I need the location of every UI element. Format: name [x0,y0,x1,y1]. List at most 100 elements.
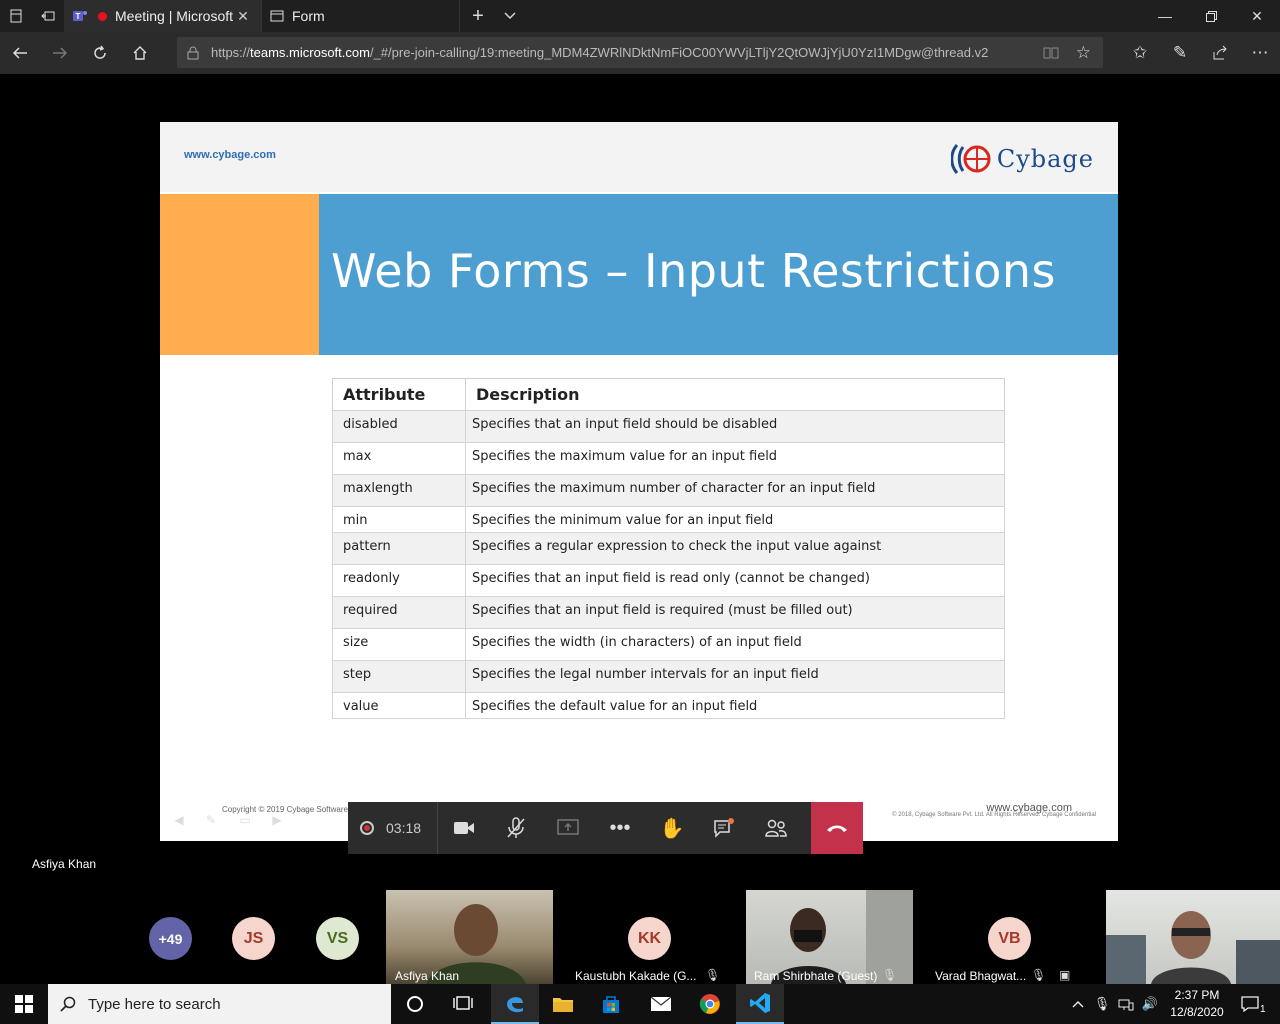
windows-start-icon[interactable] [0,984,48,1024]
attribute-cell: value [332,692,466,719]
refresh-icon[interactable] [80,33,120,73]
volume-icon[interactable]: 🔊 [1138,984,1162,1024]
clock-time: 2:37 PM [1174,988,1220,1002]
hang-up-button[interactable] [811,802,863,854]
clock-date: 12/8/2020 [1170,1005,1224,1019]
table-row: size Specifies the width (in characters) … [332,628,1005,661]
participant-tile-varad[interactable]: VB Varad Bhagwat... 🎙 ▣ [913,890,1106,984]
avatar: KK [628,917,671,960]
logo-text: Cybage [996,145,1094,173]
avatar-initials: VS [326,929,349,947]
description-cell: Specifies the default value for an input… [465,692,1005,719]
page-icon [270,9,284,23]
tab-meeting[interactable]: T Meeting | Microsoft ✕ [64,0,262,32]
tab-actions-icon[interactable] [0,0,32,32]
search-icon [60,996,76,1012]
description-cell: Specifies that an input field is read on… [465,564,1005,597]
tab-form[interactable]: Form [262,0,460,32]
file-explorer-icon[interactable] [539,984,587,1024]
table-row: readonly Specifies that an input field is… [332,564,1005,597]
system-clock[interactable]: 2:37 PM 12/8/2020 [1162,987,1232,1021]
table-header-row: Attribute Description [332,378,1005,411]
address-bar[interactable]: https://teams.microsoft.com/_#/pre-join-… [177,37,1103,68]
share-icon[interactable] [1200,32,1240,74]
raise-hand-icon[interactable]: ✋ [646,802,698,854]
mic-off-icon: 🎙 [705,968,721,982]
chevron-down-icon[interactable] [494,0,526,32]
avatar-initials: VB [998,929,1021,947]
attribute-cell: maxlength [332,474,466,507]
close-tab-icon[interactable]: ✕ [233,8,253,25]
pen-icon[interactable]: ✎ [1160,32,1200,74]
slide-next-icon[interactable]: ▶ [266,812,288,828]
participant-tile-kaustubh[interactable]: KK Kaustubh Kakade (G... 🎙 [553,890,746,984]
network-icon[interactable] [1114,984,1138,1024]
slide-pen-icon[interactable]: ✎ [200,812,222,828]
column-header-attribute: Attribute [332,378,466,411]
participant-name: Kaustubh Kakade (G... [575,969,697,983]
cortana-icon[interactable] [391,984,439,1024]
lock-icon [187,46,199,60]
avatar-initials: KK [637,929,662,947]
svg-text:T: T [76,12,81,21]
tab-label: Form [292,8,325,24]
slide-copyright: Copyright © 2019 Cybage Software [222,805,348,814]
minimize-icon[interactable]: — [1142,0,1188,32]
restore-icon[interactable] [1188,0,1234,32]
favorite-star-icon[interactable]: ☆ [1076,43,1091,63]
participant-video-frame-icon [1106,911,1280,984]
participant-video-ram[interactable]: Ram Shirbhate (Guest) 🎙 [746,890,913,984]
cybage-logo: Cybage [950,140,1094,178]
table-row: min Specifies the minimum value for an in… [332,506,1005,533]
home-icon[interactable] [120,33,160,73]
slide-title: Web Forms – Input Restrictions [331,244,1056,298]
mic-off-icon: 🎙 [882,968,898,982]
description-cell: Specifies the width (in characters) of a… [465,628,1005,661]
camera-icon[interactable] [438,802,490,854]
avatar-initials: JS [243,929,264,947]
set-aside-tabs-icon[interactable] [32,0,64,32]
meeting-controls: 03:18 ••• ✋ [348,802,863,854]
chrome-icon[interactable] [686,984,734,1024]
attribute-cell: pattern [332,532,466,565]
avatar: VB [988,917,1031,960]
description-cell: Specifies the maximum value for an input… [465,442,1005,475]
more-options-icon[interactable]: ⋯ [1240,32,1280,74]
reading-view-icon[interactable] [1043,46,1059,60]
participants-icon[interactable] [750,802,802,854]
browser-tab-bar: T Meeting | Microsoft ✕ Form + — ✕ [0,0,1280,32]
slide-menu-icon[interactable]: ▭ [234,812,256,828]
vscode-icon[interactable] [736,984,784,1024]
forward-icon[interactable] [40,33,80,73]
participant-video-self[interactable] [1106,890,1280,984]
chat-icon[interactable] [698,802,750,854]
microphone-icon[interactable]: 🎙 [1090,984,1114,1024]
notification-count: 1 [1260,1004,1266,1015]
mail-icon[interactable] [637,984,685,1024]
slide-site-link: www.cybage.com [184,149,276,161]
show-hidden-icons-icon[interactable] [1066,984,1090,1024]
favorites-icon[interactable]: ✩ [1120,32,1160,74]
notifications-icon[interactable] [1238,984,1262,1024]
share-screen-icon[interactable] [542,802,594,854]
more-actions-icon[interactable]: ••• [594,802,646,854]
participant-video-asfiya[interactable]: Asfiya Khan [386,890,553,984]
edge-browser-icon[interactable] [491,984,539,1024]
table-row: value Specifies the default value for an … [332,692,1005,719]
overflow-participants-button[interactable]: +49 [149,917,192,960]
table-row: max Specifies the maximum value for an in… [332,442,1005,475]
close-window-icon[interactable]: ✕ [1234,0,1280,32]
mic-off-icon[interactable] [490,802,542,854]
recording-dot-icon [98,11,107,21]
avatar[interactable]: JS [232,917,275,960]
attribute-cell: min [332,506,466,533]
taskbar-search-input[interactable]: Type here to search [48,984,391,1024]
task-view-icon[interactable] [439,984,487,1024]
back-icon[interactable] [0,33,40,73]
avatar[interactable]: VS [316,917,359,960]
new-tab-icon[interactable]: + [462,0,494,32]
store-icon[interactable] [587,984,635,1024]
slide-prev-icon[interactable]: ◀ [168,812,190,828]
pinned-icon: ▣ [1059,968,1071,982]
recording-icon [360,821,374,835]
